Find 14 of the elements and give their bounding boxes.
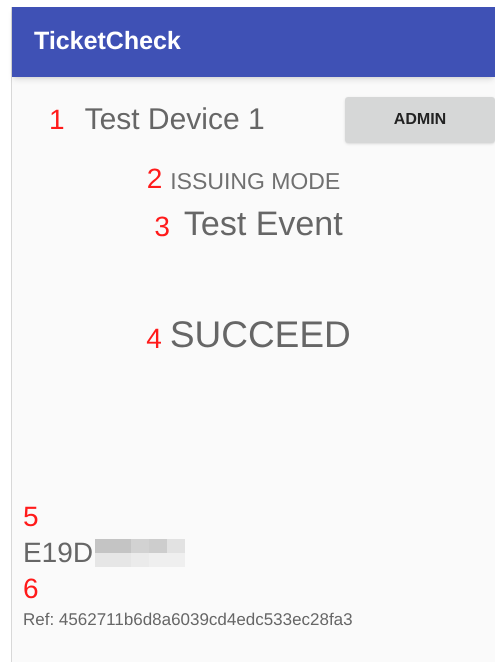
- admin-button[interactable]: ADMIN: [345, 97, 495, 143]
- annotation-number: 2: [146, 165, 162, 193]
- annotation-number: 1: [49, 106, 65, 134]
- event-name: Test Event: [184, 207, 343, 241]
- reference-text: Ref: 4562711b6d8a6039cd4edc533ec28fa3: [23, 611, 353, 628]
- annotation-number: 3: [154, 213, 170, 241]
- ticket-code: E19D: [23, 539, 94, 567]
- device-name: Test Device 1: [84, 105, 265, 135]
- mode-label: ISSUING MODE: [170, 170, 340, 193]
- annotation-number: 6: [23, 575, 39, 603]
- annotation-number: 5: [23, 503, 39, 531]
- app-title: TicketCheck: [34, 26, 181, 58]
- annotation-number: 4: [146, 325, 162, 353]
- result-status: SUCCEED: [170, 316, 351, 353]
